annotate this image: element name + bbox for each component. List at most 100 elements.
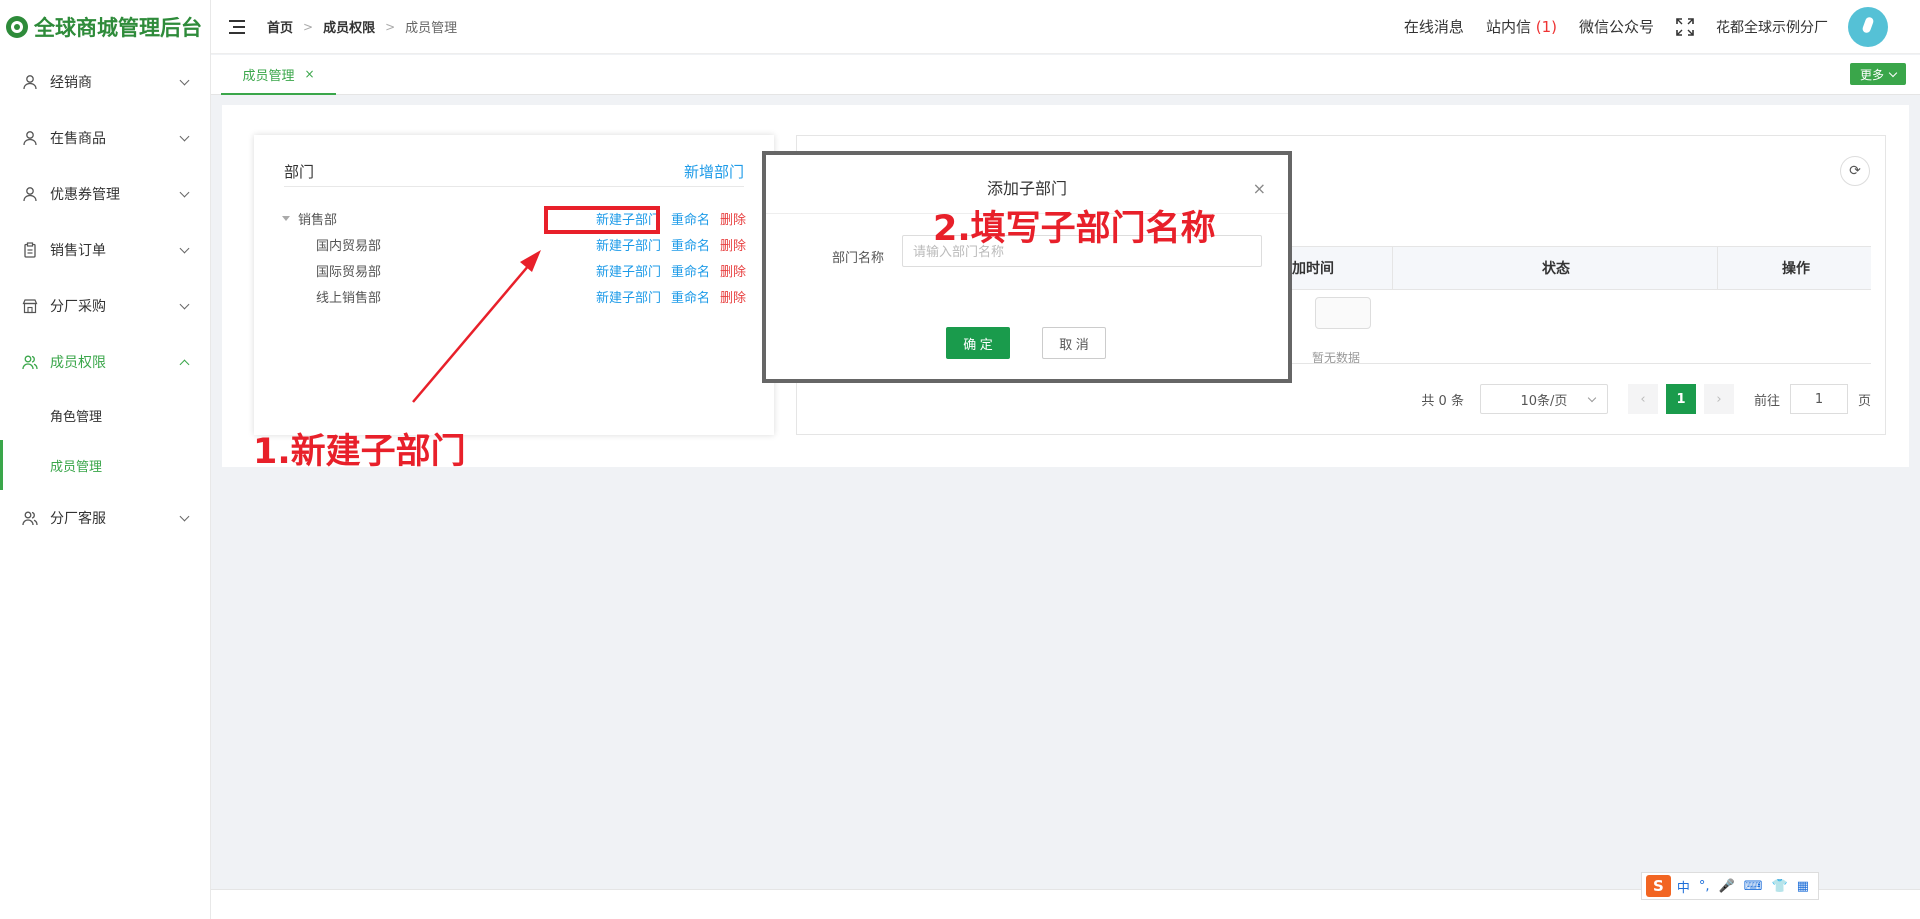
sidebar-item-member-permissions[interactable]: 成员权限 xyxy=(0,334,210,390)
close-icon[interactable]: × xyxy=(304,67,314,81)
tree-node[interactable]: 国际贸易部 新建子部门 重命名 删除 xyxy=(282,257,746,283)
mic-icon[interactable]: 🎤 xyxy=(1719,879,1735,894)
department-tree: 销售部 新建子部门 重命名 删除 国内贸易部 新建子部门 重命名 删除 国际贸易… xyxy=(282,205,746,309)
goto-page-input[interactable]: 1 xyxy=(1789,384,1848,414)
user-icon xyxy=(23,75,37,90)
online-message-link[interactable]: 在线消息 xyxy=(1404,16,1464,37)
new-child-department-button[interactable]: 新建子部门 xyxy=(596,235,661,254)
menu-toggle-icon[interactable] xyxy=(229,19,245,34)
page-size-value: 10条/页 xyxy=(1520,393,1568,409)
grid-icon[interactable]: ▦ xyxy=(1797,879,1809,894)
delete-button[interactable]: 删除 xyxy=(720,261,746,280)
close-icon[interactable]: × xyxy=(1253,179,1266,198)
annotation-step1: 1.新建子部门 xyxy=(253,432,466,472)
sidebar-item-label: 经销商 xyxy=(50,75,92,91)
sidebar-item-orders[interactable]: 销售订单 xyxy=(0,222,210,278)
breadcrumb-current: 成员管理 xyxy=(405,21,458,36)
page-size-select[interactable]: 10条/页 xyxy=(1479,384,1608,414)
tree-node[interactable]: 国内贸易部 新建子部门 重命名 删除 xyxy=(282,231,746,257)
punctuation-icon[interactable]: °, xyxy=(1699,879,1710,894)
rename-button[interactable]: 重命名 xyxy=(671,287,710,306)
sidebar-item-dealer[interactable]: 经销商 xyxy=(0,54,210,110)
delete-button[interactable]: 删除 xyxy=(720,235,746,254)
sidebar-item-products[interactable]: 在售商品 xyxy=(0,110,210,166)
breadcrumb-home[interactable]: 首页 xyxy=(267,17,293,36)
sogou-logo: S xyxy=(1646,875,1671,897)
chevron-down-icon xyxy=(1888,68,1898,77)
breadcrumb-permissions[interactable]: 成员权限 xyxy=(323,17,375,36)
column-header-status: 状态 xyxy=(1542,261,1570,277)
lang-indicator[interactable]: 中 xyxy=(1677,877,1690,896)
chevron-down-icon xyxy=(179,187,190,197)
breadcrumb-separator-icon: > xyxy=(385,19,396,34)
logo[interactable]: 全球商城管理后台 xyxy=(0,0,210,54)
tree-node[interactable]: 线上销售部 新建子部门 重命名 删除 xyxy=(282,283,746,309)
fullscreen-icon[interactable] xyxy=(1676,17,1694,36)
avatar[interactable] xyxy=(1848,6,1888,47)
shop-name[interactable]: 花都全球示例分厂 xyxy=(1716,17,1828,37)
cancel-button[interactable]: 取 消 xyxy=(1042,327,1106,359)
confirm-button[interactable]: 确 定 xyxy=(946,327,1010,359)
chevron-down-icon xyxy=(1587,393,1597,403)
add-department-button[interactable]: 新增部门 xyxy=(684,161,744,182)
more-button[interactable]: 更多 xyxy=(1849,63,1906,85)
inbox-label: 站内信 xyxy=(1485,18,1531,36)
empty-box-icon xyxy=(1307,291,1377,331)
sidebar-subitem-label: 角色管理 xyxy=(50,409,103,425)
users-icon xyxy=(22,511,38,526)
sidebar-menu: 经销商 在售商品 优惠券管理 销售订单 分厂采购 成员权限 角色管理 成员管理 … xyxy=(0,54,210,546)
ime-toolbar[interactable]: S 中 °, 🎤 ⌨ 👕 ▦ xyxy=(1641,872,1819,900)
department-panel: 部门 新增部门 销售部 新建子部门 重命名 删除 国内贸易部 新建子部门 重命名… xyxy=(254,135,774,435)
top-header: 首页 > 成员权限 > 成员管理 在线消息 站内信 (1) 微信公众号 花都全球… xyxy=(211,0,1920,54)
skin-icon[interactable]: 👕 xyxy=(1772,879,1788,894)
chevron-down-icon xyxy=(179,75,190,85)
chevron-down-icon xyxy=(179,511,190,521)
refresh-icon[interactable]: ⟳ xyxy=(1840,156,1870,186)
tree-node[interactable]: 销售部 新建子部门 重命名 删除 xyxy=(282,205,746,231)
page-number-button[interactable]: 1 xyxy=(1665,384,1696,414)
next-page-button[interactable]: › xyxy=(1703,384,1734,414)
sidebar-item-purchase[interactable]: 分厂采购 xyxy=(0,278,210,334)
chevron-down-icon xyxy=(179,243,190,253)
chevron-up-icon xyxy=(179,359,190,369)
new-child-department-button[interactable]: 新建子部门 xyxy=(596,261,661,280)
keyboard-icon[interactable]: ⌨ xyxy=(1744,879,1763,894)
more-label: 更多 xyxy=(1859,67,1884,82)
sidebar-item-label: 销售订单 xyxy=(50,243,106,259)
tab-member-management[interactable]: 成员管理 × xyxy=(221,55,336,95)
wechat-link[interactable]: 微信公众号 xyxy=(1579,16,1654,37)
rename-button[interactable]: 重命名 xyxy=(671,261,710,280)
chevron-down-icon xyxy=(179,299,190,309)
annotation-step2: 2.填写子部门名称 xyxy=(933,209,1216,249)
new-child-department-button[interactable]: 新建子部门 xyxy=(596,287,661,306)
users-icon xyxy=(22,355,38,370)
sidebar-item-customer-service[interactable]: 分厂客服 xyxy=(0,490,210,546)
inbox-link[interactable]: 站内信 (1) xyxy=(1486,16,1557,37)
department-name-label: 部门名称 xyxy=(832,251,885,266)
user-icon xyxy=(23,131,37,146)
page-unit-label: 页 xyxy=(1857,393,1871,409)
sidebar-item-label: 分厂客服 xyxy=(50,511,106,527)
tree-node-label: 销售部 xyxy=(298,212,338,228)
sidebar-item-coupons[interactable]: 优惠券管理 xyxy=(0,166,210,222)
sidebar-item-label: 在售商品 xyxy=(50,131,106,147)
caret-down-icon[interactable] xyxy=(282,215,290,221)
rename-button[interactable]: 重命名 xyxy=(671,235,710,254)
sidebar-subitem-members[interactable]: 成员管理 xyxy=(0,440,210,490)
tree-node-label: 线上销售部 xyxy=(316,290,382,306)
goto-label: 前往 xyxy=(1753,393,1780,409)
prev-page-button[interactable]: ‹ xyxy=(1627,384,1658,414)
sidebar-subitem-roles[interactable]: 角色管理 xyxy=(0,390,210,440)
delete-button[interactable]: 删除 xyxy=(720,287,746,306)
pagination: 共 0 条 10条/页 ‹ 1 › 前往 1 页 xyxy=(1421,384,1871,414)
delete-button[interactable]: 删除 xyxy=(720,209,746,228)
total-count: 共 0 条 xyxy=(1421,393,1464,409)
inbox-count-badge: (1) xyxy=(1535,18,1557,36)
tab-bar: 成员管理 × 更多 xyxy=(211,55,1920,95)
department-panel-header: 部门 新增部门 xyxy=(284,157,744,187)
sidebar-item-label: 成员权限 xyxy=(50,355,106,371)
rename-button[interactable]: 重命名 xyxy=(671,209,710,228)
clipboard-icon xyxy=(24,242,36,258)
column-header-actions: 操作 xyxy=(1782,261,1810,277)
highlight-box xyxy=(544,206,660,234)
